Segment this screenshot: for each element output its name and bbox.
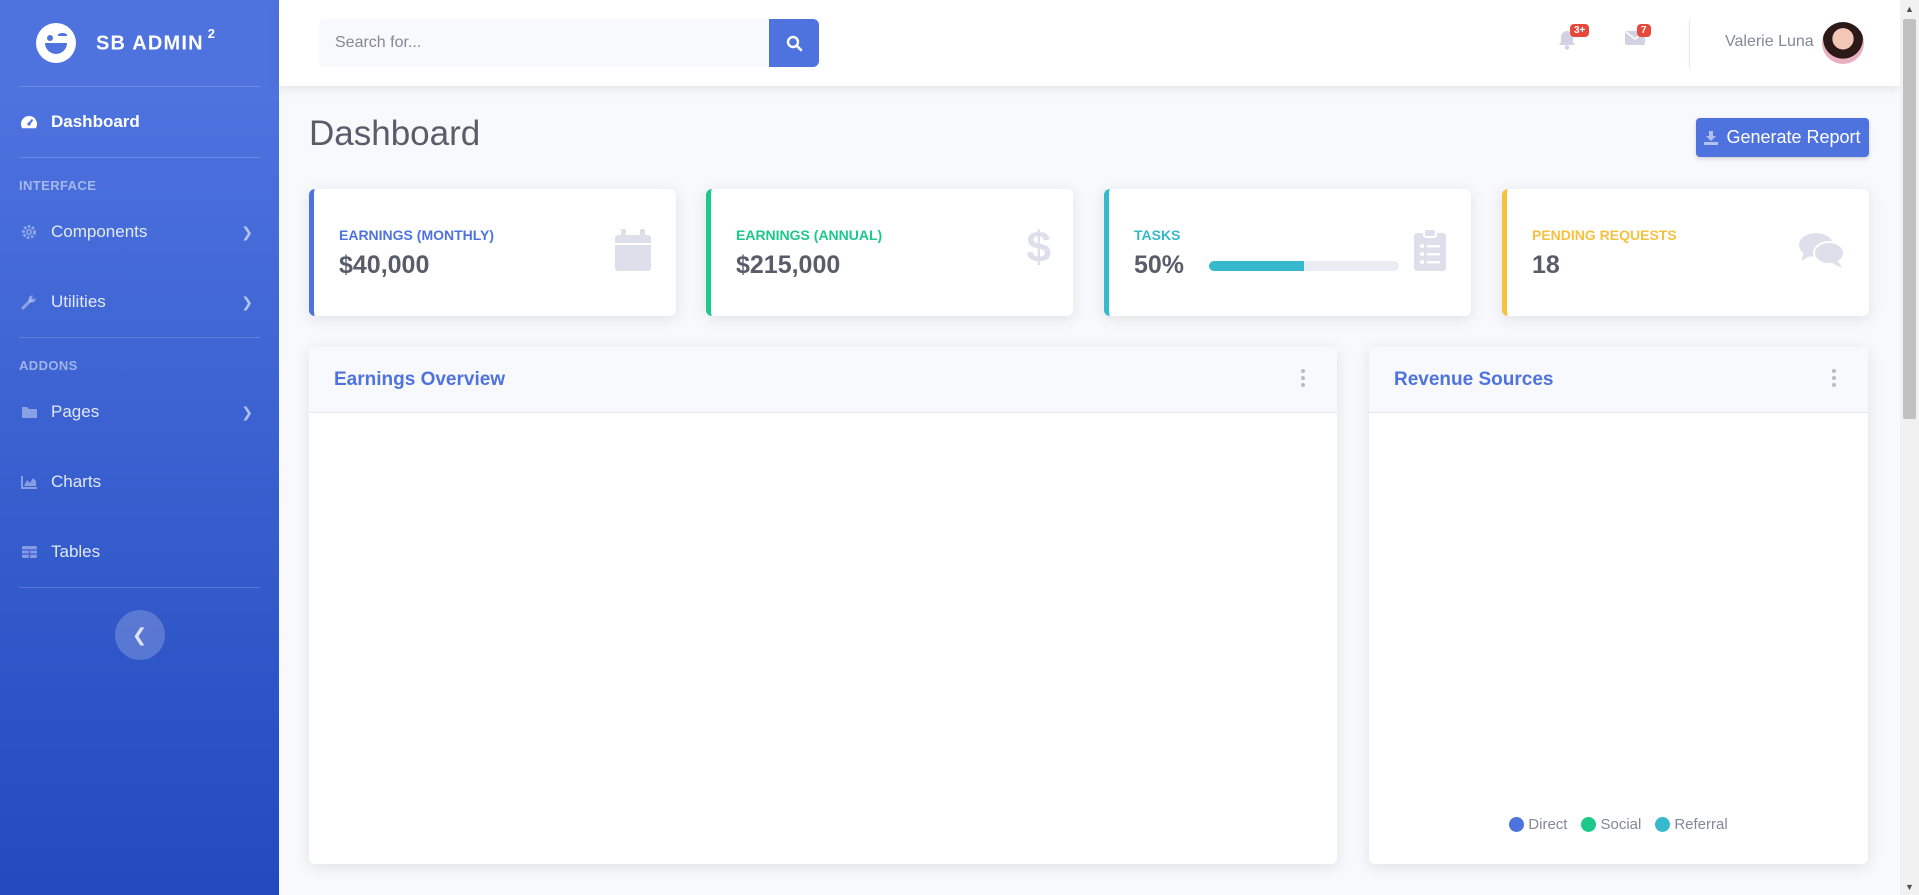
card-value: $215,000 [736,251,841,279]
laugh-wink-icon [36,23,76,63]
legend-dot-icon [1509,817,1525,832]
card-label: EARNINGS (MONTHLY) [339,227,495,243]
card-label: TASKS [1134,227,1181,243]
sidebar-item-components[interactable]: Components ❯ [0,197,279,267]
generate-report-button[interactable]: Generate Report [1696,118,1869,157]
brand[interactable]: SB ADMIN 2 [0,0,279,86]
user-name[interactable]: Valerie Luna [1725,33,1814,51]
page-scrollbar[interactable]: ▲ ▼ [1900,0,1919,895]
cog-icon [19,223,39,241]
tasks-progress-bar [1209,261,1304,271]
topbar-divider [1689,20,1690,68]
sidebar-heading-interface: INTERFACE [19,178,97,193]
earnings-overview-panel: Earnings Overview [309,347,1337,864]
sidebar-heading-addons: ADDONS [19,358,78,373]
chevron-right-icon: ❯ [241,223,253,240]
search-icon [786,35,802,51]
legend-item-social: Social [1581,816,1641,833]
search-input[interactable] [319,19,769,67]
tasks-progress [1209,261,1399,271]
more-options-icon[interactable] [1301,369,1305,387]
panel-title: Earnings Overview [334,368,506,390]
card-pending-requests: PENDING REQUESTS 18 [1502,189,1869,316]
legend-item-referral: Referral [1655,816,1728,833]
search-form [319,19,819,67]
sidebar-item-utilities[interactable]: Utilities ❯ [0,267,279,337]
search-button[interactable] [769,19,819,67]
chart-legend: Direct Social Referral [1369,816,1868,833]
sidebar-toggle-button[interactable]: ❮ [114,610,165,660]
earnings-chart-area [309,413,1337,863]
revenue-sources-panel: Revenue Sources Direct Social Referral [1369,347,1868,864]
sidebar-item-label: Tables [51,542,101,561]
chevron-left-icon: ❮ [131,624,148,645]
chevron-right-icon: ❯ [241,293,253,310]
sidebar-item-tables[interactable]: Tables [0,517,279,587]
panel-header: Earnings Overview [309,347,1337,413]
card-earnings-annual: EARNINGS (ANNUAL) $215,000 $ [706,189,1073,316]
card-value: 18 [1532,251,1560,279]
sidebar-item-charts[interactable]: Charts [0,447,279,517]
messages-badge: 7 [1637,24,1651,37]
legend-dot-icon [1581,817,1597,832]
topbar: 3+ 7 Valerie Luna [279,0,1900,86]
scroll-up-icon[interactable]: ▲ [1900,0,1919,17]
revenue-chart-area: Direct Social Referral [1369,413,1868,863]
sidebar-item-label: Utilities [51,292,106,311]
sidebar-divider [19,587,260,588]
brand-name: SB ADMIN 2 [96,26,217,55]
scroll-down-icon[interactable]: ▼ [1900,878,1919,895]
sidebar-item-label: Charts [51,472,102,491]
legend-label: Social [1600,816,1642,833]
dollar-sign-icon: $ [1026,223,1051,272]
alerts-dropdown[interactable]: 3+ [1558,24,1590,55]
table-icon [19,543,39,561]
alerts-badge: 3+ [1570,24,1590,37]
card-tasks: TASKS 50% [1104,189,1471,316]
panel-title: Revenue Sources [1394,368,1554,390]
sidebar-item-pages[interactable]: Pages ❯ [0,377,279,447]
sidebar-item-label: Pages [51,402,100,421]
download-icon [1704,130,1719,145]
messages-dropdown[interactable]: 7 [1625,24,1651,51]
legend-label: Direct [1528,816,1568,833]
sidebar: SB ADMIN 2 Dashboard INTERFACE Components… [0,0,279,895]
card-earnings-monthly: EARNINGS (MONTHLY) $40,000 [309,189,676,316]
tachometer-icon [19,113,39,131]
chart-area-icon [19,473,39,491]
clipboard-list-icon [1414,228,1446,276]
sidebar-item-label: Dashboard [51,112,140,131]
card-label: PENDING REQUESTS [1532,227,1677,243]
wrench-icon [19,293,39,311]
legend-item-direct: Direct [1509,816,1567,833]
page-title: Dashboard [309,114,481,153]
sidebar-item-dashboard[interactable]: Dashboard [0,87,279,157]
scroll-thumb[interactable] [1903,19,1916,419]
calendar-icon [615,229,651,276]
card-value: $40,000 [339,251,430,279]
legend-dot-icon [1655,817,1671,832]
card-value: 50% [1134,251,1185,279]
avatar[interactable] [1822,22,1864,64]
legend-label: Referral [1674,816,1728,833]
panel-header: Revenue Sources [1369,347,1868,413]
folder-icon [19,403,39,421]
more-options-icon[interactable] [1832,369,1836,387]
sidebar-item-label: Components [51,222,148,241]
generate-report-label: Generate Report [1726,127,1861,147]
comments-icon [1798,231,1845,274]
card-label: EARNINGS (ANNUAL) [736,227,883,243]
chevron-right-icon: ❯ [241,403,253,420]
